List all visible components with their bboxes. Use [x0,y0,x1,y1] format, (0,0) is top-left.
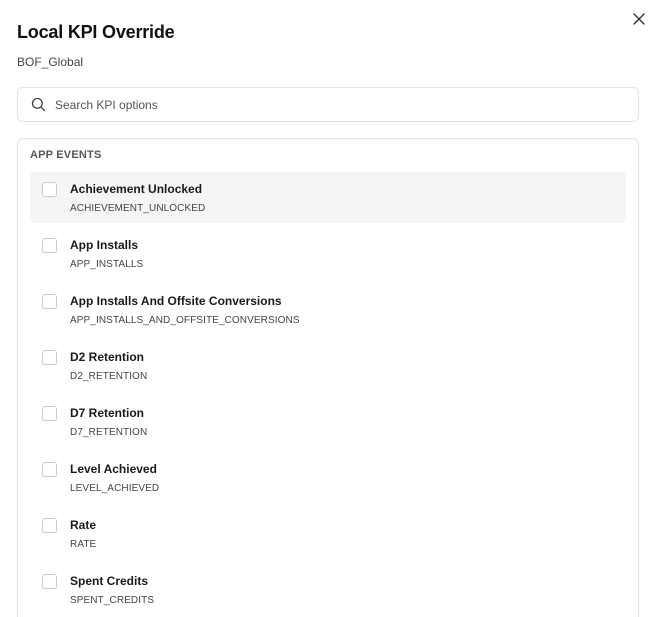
local-kpi-override-dialog: Local KPI Override BOF_Global APP EVENTS… [0,0,651,617]
dialog-subtitle: BOF_Global [17,55,84,69]
item-code: D7_RETENTION [70,427,148,438]
item-code: APP_INSTALLS_AND_OFFSITE_CONVERSIONS [70,315,300,326]
checkbox[interactable] [42,294,57,309]
item-code: D2_RETENTION [70,371,148,382]
list-item[interactable]: D2 Retention D2_RETENTION [30,340,626,391]
item-code: RATE [70,539,97,550]
list-item[interactable]: App Installs And Offsite Conversions APP… [30,284,626,335]
item-label: Level Achieved [70,462,157,476]
item-label: App Installs [70,238,139,252]
item-label: Rate [70,518,97,532]
item-code: ACHIEVEMENT_UNLOCKED [70,203,206,214]
search-input[interactable] [55,97,615,112]
search-icon [30,97,46,113]
item-code: SPENT_CREDITS [70,595,155,606]
kpi-options-list[interactable]: APP EVENTS Achievement Unlocked ACHIEVEM… [17,138,639,617]
checkbox[interactable] [42,462,57,477]
item-label: Achievement Unlocked [70,182,203,196]
group-header-app-events: APP EVENTS [30,149,102,161]
list-item[interactable]: Level Achieved LEVEL_ACHIEVED [30,452,626,503]
list-item[interactable]: App Installs APP_INSTALLS [30,228,626,279]
close-button[interactable] [629,9,649,29]
item-code: LEVEL_ACHIEVED [70,483,160,494]
checkbox[interactable] [42,350,57,365]
list-item[interactable]: Rate RATE [30,508,626,559]
list-item[interactable]: Achievement Unlocked ACHIEVEMENT_UNLOCKE… [30,172,626,223]
close-icon [633,13,645,25]
checkbox[interactable] [42,406,57,421]
item-label: Spent Credits [70,574,149,588]
checkbox[interactable] [42,518,57,533]
item-label: D7 Retention [70,406,145,420]
list-item[interactable]: D7 Retention D7_RETENTION [30,396,626,447]
list-item[interactable]: Spent Credits SPENT_CREDITS [30,564,626,615]
item-label: D2 Retention [70,350,145,364]
dialog-title: Local KPI Override [17,22,175,42]
checkbox[interactable] [42,574,57,589]
item-label: App Installs And Offsite Conversions [70,294,282,308]
checkbox[interactable] [42,238,57,253]
search-box [17,87,639,122]
item-code: APP_INSTALLS [70,259,144,270]
checkbox[interactable] [42,182,57,197]
